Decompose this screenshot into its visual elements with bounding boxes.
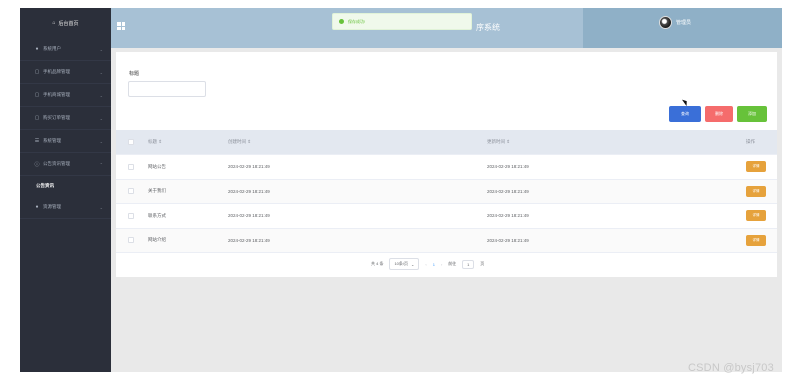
sidebar-item-label: 资源管理 bbox=[43, 204, 61, 209]
menu-grid-icon[interactable] bbox=[117, 22, 125, 30]
row-checkbox[interactable] bbox=[128, 229, 134, 253]
header-title[interactable]: 标题 ⇕ bbox=[148, 130, 162, 154]
header-updated[interactable]: 更新时间 ⇕ bbox=[487, 130, 510, 154]
table-header: 标题 ⇕ 创建时间 ⇕ 更新时间 ⇕ 操作 bbox=[116, 130, 777, 155]
cell-title: 关于我们 bbox=[148, 188, 166, 194]
chevron-up-icon: ⌃ bbox=[99, 161, 103, 167]
sidebar-item-label: 系统管理 bbox=[43, 138, 61, 143]
doc-icon: ▢ bbox=[34, 115, 40, 121]
cell-updated: 2024-02-29 18:21:49 bbox=[487, 188, 529, 194]
add-button[interactable]: 添加 bbox=[737, 106, 767, 122]
row-checkbox[interactable] bbox=[128, 204, 134, 228]
sidebar-item-label: 手机品牌管理 bbox=[43, 69, 70, 74]
main-area: 标题 查询 删除 添加 标题 ⇕ 创建时间 ⇕ 更新时间 ⇕ 操作 网站公告 2… bbox=[111, 48, 782, 372]
avatar bbox=[659, 16, 672, 29]
sidebar-item-resources[interactable]: ● 资源管理 ⌄ bbox=[20, 196, 111, 219]
dot-icon: ● bbox=[35, 204, 39, 210]
row-checkbox[interactable] bbox=[128, 155, 134, 179]
cell-title: 网站介绍 bbox=[148, 237, 166, 243]
page-size-select[interactable]: 10条/页 ⌄ bbox=[389, 258, 420, 270]
sidebar-item-label: 公告资讯管理 bbox=[43, 161, 70, 166]
prev-page-icon[interactable]: ‹ bbox=[425, 262, 426, 267]
header-created[interactable]: 创建时间 ⇕ bbox=[228, 130, 251, 154]
sidebar-subitem-label: 公告资讯 bbox=[36, 183, 54, 188]
sidebar-home[interactable]: ⌂ 后台首页 bbox=[20, 8, 111, 38]
goto-page-input[interactable]: 1 bbox=[462, 259, 475, 269]
sidebar-item-notice[interactable]: ⓘ 公告资讯管理 ⌃ bbox=[20, 153, 111, 176]
watermark: CSDN @bysj703 bbox=[688, 362, 774, 374]
success-toast: 保存成功! bbox=[332, 13, 472, 30]
sidebar: ⌂ 后台首页 ● 系统用户 ⌄ ▢ 手机品牌管理 ⌄ ▢ 手机商城管理 ⌄ ▢ … bbox=[20, 8, 111, 372]
chevron-down-icon: ⌄ bbox=[99, 115, 103, 121]
user-menu[interactable]: 管理员 bbox=[659, 16, 691, 29]
sidebar-subitem-notice-info[interactable]: 公告资讯 bbox=[20, 176, 111, 196]
list-icon: ☰ bbox=[34, 138, 40, 144]
cell-created: 2024-02-29 18:21:49 bbox=[228, 188, 270, 194]
page-suffix: 页 bbox=[480, 261, 485, 266]
detail-button[interactable]: 详情 bbox=[746, 210, 766, 222]
delete-button[interactable]: 删除 bbox=[705, 106, 733, 122]
table-row: 关于我们 2024-02-29 18:21:49 2024-02-29 18:2… bbox=[116, 179, 777, 204]
page-number[interactable]: 1 bbox=[433, 262, 435, 267]
cell-created: 2024-02-29 18:21:49 bbox=[228, 164, 270, 170]
search-label: 标题 bbox=[129, 71, 140, 77]
user-icon: ● bbox=[35, 46, 39, 52]
sidebar-item-users[interactable]: ● 系统用户 ⌄ bbox=[20, 38, 111, 61]
detail-button[interactable]: 详情 bbox=[746, 161, 766, 173]
data-table: 标题 ⇕ 创建时间 ⇕ 更新时间 ⇕ 操作 网站公告 2024-02-29 18… bbox=[116, 130, 777, 253]
sidebar-home-label: 后台首页 bbox=[58, 20, 79, 27]
info-icon: ⓘ bbox=[34, 161, 40, 168]
header-operation: 操作 bbox=[746, 139, 755, 144]
page-size-value: 10条/页 bbox=[394, 261, 409, 266]
pagination-total: 共 4 条 bbox=[371, 261, 384, 266]
cell-updated: 2024-02-29 18:21:49 bbox=[487, 164, 529, 170]
cell-updated: 2024-02-29 18:21:49 bbox=[487, 213, 529, 219]
select-all-checkbox[interactable] bbox=[128, 130, 134, 154]
table-row: 网站介绍 2024-02-29 18:21:49 2024-02-29 18:2… bbox=[116, 228, 777, 253]
row-checkbox[interactable] bbox=[128, 180, 134, 204]
next-page-icon[interactable]: › bbox=[441, 262, 442, 267]
detail-button[interactable]: 详情 bbox=[746, 234, 766, 246]
doc-icon: ▢ bbox=[34, 69, 40, 75]
content-card: 标题 查询 删除 添加 标题 ⇕ 创建时间 ⇕ 更新时间 ⇕ 操作 网站公告 2… bbox=[116, 52, 777, 277]
system-title: 序系统 bbox=[476, 23, 500, 32]
chevron-down-icon: ⌄ bbox=[99, 46, 103, 52]
sidebar-item-label: 购买订单管理 bbox=[43, 115, 70, 120]
table-row: 网站公告 2024-02-29 18:21:49 2024-02-29 18:2… bbox=[116, 155, 777, 180]
table-row: 联系方式 2024-02-29 18:21:49 2024-02-29 18:2… bbox=[116, 204, 777, 229]
sidebar-item-label: 系统用户 bbox=[43, 46, 61, 51]
sidebar-item-brand[interactable]: ▢ 手机品牌管理 ⌄ bbox=[20, 61, 111, 84]
search-button[interactable]: 查询 bbox=[669, 106, 701, 122]
toast-message: 保存成功! bbox=[348, 18, 366, 24]
goto-label: 前往 bbox=[448, 261, 457, 266]
sidebar-item-system[interactable]: ☰ 系统管理 ⌄ bbox=[20, 130, 111, 153]
detail-button[interactable]: 详情 bbox=[746, 185, 766, 197]
sidebar-item-orders[interactable]: ▢ 购买订单管理 ⌄ bbox=[20, 107, 111, 130]
cell-title: 网站公告 bbox=[148, 163, 166, 169]
mouse-cursor-icon bbox=[681, 97, 690, 107]
pagination: 共 4 条 10条/页 ⌄ ‹ 1 › 前往 1 页 bbox=[371, 258, 484, 270]
top-bar-user-area: 管理员 bbox=[583, 8, 782, 48]
title-search-input[interactable] bbox=[128, 81, 206, 97]
doc-icon: ▢ bbox=[34, 92, 40, 98]
cell-created: 2024-02-29 18:21:49 bbox=[228, 237, 270, 243]
chevron-down-icon: ⌄ bbox=[99, 92, 103, 98]
home-icon: ⌂ bbox=[52, 20, 56, 26]
chevron-down-icon: ⌄ bbox=[99, 69, 103, 75]
sidebar-item-mall[interactable]: ▢ 手机商城管理 ⌄ bbox=[20, 84, 111, 107]
chevron-down-icon: ⌄ bbox=[411, 261, 415, 267]
chevron-down-icon: ⌄ bbox=[99, 204, 103, 210]
cell-title: 联系方式 bbox=[148, 212, 166, 218]
check-circle-icon bbox=[339, 19, 344, 24]
admin-name: 管理员 bbox=[676, 20, 692, 26]
sidebar-item-label: 手机商城管理 bbox=[43, 92, 70, 97]
chevron-down-icon: ⌄ bbox=[99, 138, 103, 144]
cell-updated: 2024-02-29 18:21:49 bbox=[487, 237, 529, 243]
cell-created: 2024-02-29 18:21:49 bbox=[228, 213, 270, 219]
